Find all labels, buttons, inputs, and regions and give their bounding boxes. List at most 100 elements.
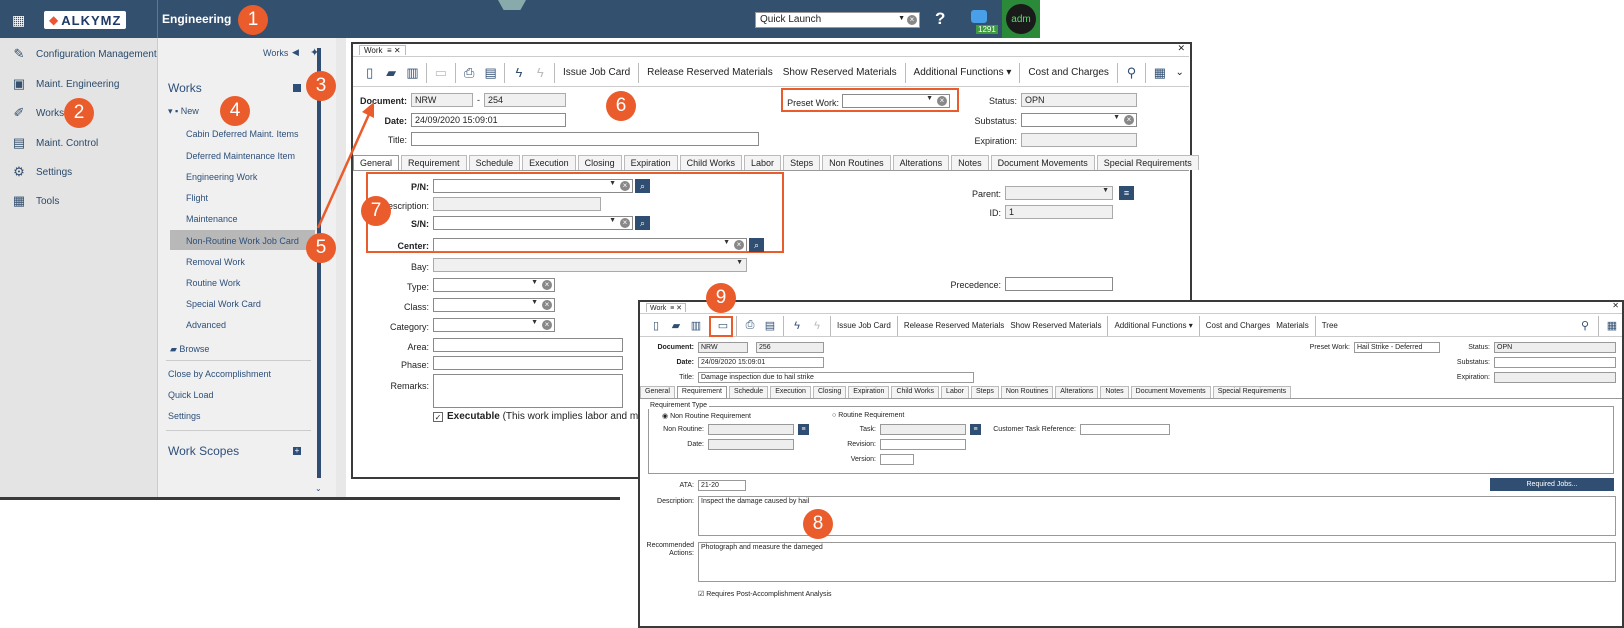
open-folder-icon[interactable]: ▰ — [666, 314, 686, 338]
id-field[interactable]: 1 — [1005, 205, 1113, 219]
new-item-engineering-work[interactable]: Engineering Work — [186, 172, 257, 182]
help-icon[interactable]: ? — [935, 9, 945, 29]
expand-section-icon[interactable]: + — [293, 447, 301, 455]
avatar-tile[interactable]: adm — [1002, 0, 1040, 38]
breadcrumb[interactable]: Works — [263, 48, 288, 58]
tab-child-works[interactable]: Child Works — [891, 386, 940, 398]
tab-special-requirements[interactable]: Special Requirements — [1096, 155, 1199, 170]
executable-checkbox[interactable]: ✓ — [433, 412, 443, 422]
version-field[interactable] — [880, 454, 914, 465]
tab-schedule[interactable]: Schedule — [728, 386, 769, 398]
tab-steps[interactable]: Steps — [783, 155, 821, 170]
new-item-non-routine-job-card[interactable]: Non-Routine Work Job Card — [186, 236, 299, 246]
document-number-field[interactable]: 256 — [756, 342, 824, 353]
link-close-by-accomplishment[interactable]: Close by Accomplishment — [168, 369, 271, 379]
tab-document-movements[interactable]: Document Movements — [1130, 386, 1211, 398]
tab-closing[interactable]: Closing — [812, 386, 847, 398]
substatus-select[interactable]: ▼ × — [1021, 113, 1137, 127]
tab-notes[interactable]: Notes — [1100, 386, 1129, 398]
new-item-deferred-maintenance[interactable]: Deferred Maintenance Item — [186, 151, 295, 161]
document-search-icon[interactable]: ▦ — [1602, 314, 1622, 338]
parent-list-icon[interactable]: ≡ — [1119, 186, 1134, 200]
tab-requirement[interactable]: Requirement — [676, 386, 727, 398]
document-prefix-field[interactable]: NRW — [698, 342, 748, 353]
tab-special-requirements[interactable]: Special Requirements — [1212, 386, 1292, 398]
attachment-icon[interactable]: ⚲ — [1121, 61, 1142, 85]
non-routine-requirement-radio[interactable]: ◉ Non Routine Requirement — [662, 412, 751, 420]
materials-button[interactable]: Materials — [1273, 321, 1311, 330]
tab-closing[interactable]: Closing — [577, 155, 622, 170]
status-field[interactable]: OPN — [1494, 342, 1616, 353]
tab-document-movements[interactable]: Document Movements — [990, 155, 1095, 170]
sn-select[interactable]: ▼ × — [433, 216, 633, 230]
issue-job-card-button[interactable]: Issue Job Card — [834, 321, 894, 330]
release-reserved-materials-button[interactable]: Release Reserved Materials — [901, 321, 1008, 330]
parent-select[interactable]: ▼ — [1005, 186, 1113, 200]
print-icon[interactable]: ⎙ — [740, 314, 760, 338]
link-settings[interactable]: Settings — [168, 411, 201, 421]
title-field[interactable]: Damage inspection due to hail strike — [698, 372, 974, 383]
customer-task-ref-field[interactable] — [1080, 424, 1170, 435]
collapse-left-icon[interactable]: ◀ — [292, 47, 299, 58]
revision-field[interactable] — [880, 439, 966, 450]
print-icon[interactable]: ⎙ — [458, 61, 479, 85]
additional-functions-menu[interactable]: Additional Functions ▾ — [909, 67, 1017, 78]
area-field[interactable] — [433, 338, 623, 352]
tab-execution[interactable]: Execution — [522, 155, 576, 170]
date2-field[interactable] — [708, 439, 794, 450]
tab-steps[interactable]: Steps — [970, 386, 999, 398]
document-prefix-field[interactable]: NRW — [411, 93, 473, 107]
nav-works[interactable]: ✐ Works — [10, 102, 65, 124]
window2-tab-work[interactable]: Work ≡ ✕ — [646, 303, 687, 312]
quick-launch-input[interactable]: Quick Launch ▼ × — [755, 12, 920, 28]
document-search-icon[interactable]: ▦ — [1149, 61, 1170, 85]
close-window2-icon[interactable]: ✕ — [1612, 301, 1619, 310]
sn-search-icon[interactable]: ⌕ — [635, 216, 650, 230]
browse-link[interactable]: ▰ Browse — [170, 344, 209, 355]
chat-icon[interactable] — [971, 10, 987, 23]
description-field[interactable]: Inspect the damage caused by hail — [698, 496, 1616, 536]
expiration-field[interactable] — [1021, 133, 1137, 147]
tab-expiration[interactable]: Expiration — [623, 155, 678, 170]
title-field[interactable] — [411, 132, 759, 146]
print-preview-icon[interactable]: ▤ — [480, 61, 501, 85]
tab-general[interactable]: General — [640, 386, 675, 398]
new-item-cabin-deferred[interactable]: Cabin Deferred Maint. Items — [186, 129, 299, 139]
bay-select[interactable]: ▼ — [433, 258, 747, 272]
tree-button[interactable]: Tree — [1319, 321, 1341, 330]
class-select[interactable]: ▼ × — [433, 298, 555, 312]
cost-and-charges-button[interactable]: Cost and Charges — [1023, 67, 1114, 78]
phase-field[interactable] — [433, 356, 623, 370]
link-quick-load[interactable]: Quick Load — [168, 390, 214, 400]
tab-notes[interactable]: Notes — [951, 155, 989, 170]
non-routine-select[interactable] — [708, 424, 794, 435]
status-field[interactable]: OPN — [1021, 93, 1137, 107]
tab-child-works[interactable]: Child Works — [679, 155, 743, 170]
required-jobs-button[interactable]: Required Jobs... — [1490, 478, 1614, 491]
tab-expiration[interactable]: Expiration — [848, 386, 890, 398]
new-file-icon[interactable]: ▯ — [646, 314, 666, 338]
remarks-field[interactable] — [433, 374, 623, 408]
preset-work-select[interactable]: Hail Strike - Deferred — [1354, 342, 1440, 353]
lightning-disabled-icon[interactable]: ϟ — [807, 314, 827, 338]
lightning-icon[interactable]: ϟ — [508, 61, 529, 85]
nav-maint-control[interactable]: ▤ Maint. Control — [10, 132, 98, 154]
new-item-maintenance[interactable]: Maintenance — [186, 214, 238, 224]
nav-tools[interactable]: ▦ Tools — [10, 190, 60, 212]
pn-description-field[interactable] — [433, 197, 601, 211]
tab-non-routines[interactable]: Non Routines — [1000, 386, 1054, 398]
new-group[interactable]: ▾ ▪ New — [168, 106, 199, 117]
new-item-special-work-card[interactable]: Special Work Card — [186, 299, 261, 309]
cost-and-charges-button[interactable]: Cost and Charges — [1203, 321, 1273, 330]
nav-settings[interactable]: ⚙ Settings — [10, 161, 72, 183]
task-select[interactable] — [880, 424, 966, 435]
toolbar-overflow-icon[interactable]: ⌄ — [1171, 67, 1189, 78]
new-item-routine-work[interactable]: Routine Work — [186, 278, 240, 288]
substatus-select[interactable] — [1494, 357, 1616, 368]
delete-icon[interactable]: ▥ — [402, 61, 423, 85]
document-number-field[interactable]: 254 — [484, 93, 566, 107]
new-item-removal-work[interactable]: Removal Work — [186, 257, 245, 267]
center-select[interactable]: ▼ × — [433, 238, 747, 252]
lightning-icon[interactable]: ϟ — [787, 314, 807, 338]
tab-labor[interactable]: Labor — [744, 155, 782, 170]
